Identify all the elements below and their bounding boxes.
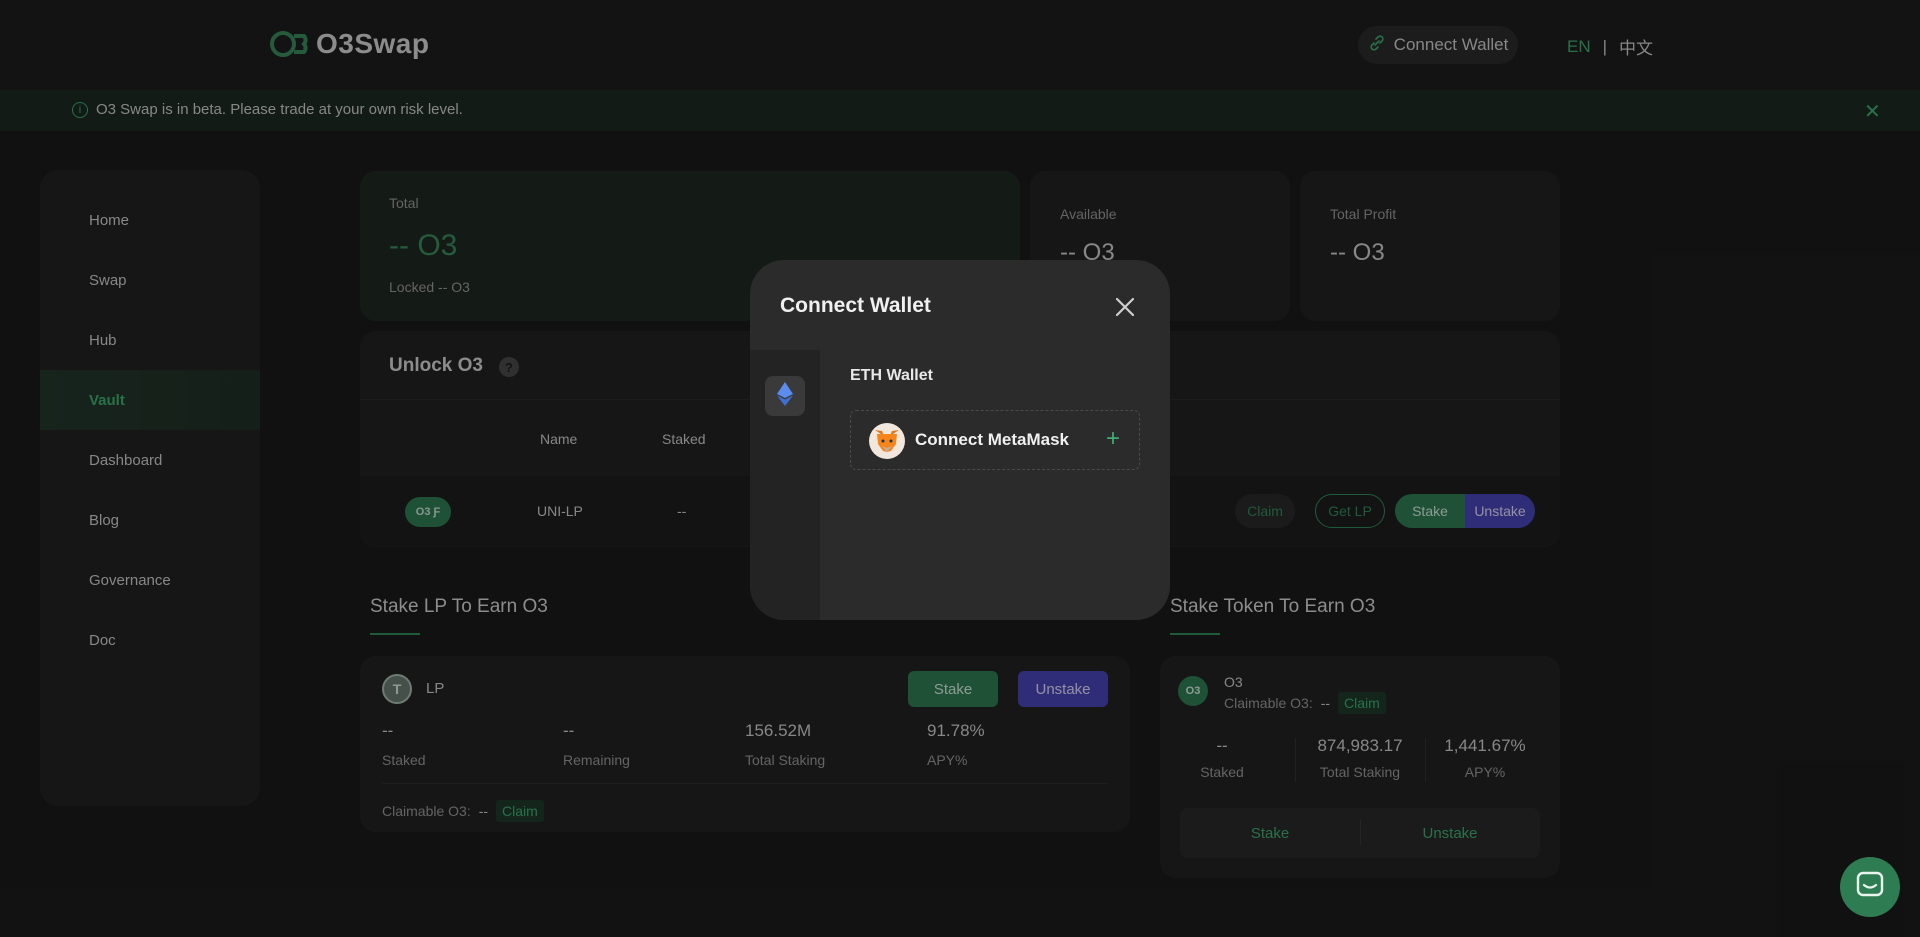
plus-icon: + bbox=[1106, 425, 1121, 452]
metamask-fox-icon bbox=[869, 423, 905, 459]
metamask-label: Connect MetaMask bbox=[915, 430, 1069, 449]
close-icon[interactable] bbox=[1110, 292, 1140, 322]
ethereum-icon bbox=[777, 381, 793, 411]
chat-icon bbox=[1855, 870, 1885, 905]
support-chat-button[interactable] bbox=[1840, 857, 1900, 917]
modal-title: Connect Wallet bbox=[780, 294, 931, 317]
eth-wallet-label: ETH Wallet bbox=[850, 367, 933, 384]
connect-metamask-option[interactable]: Connect MetaMask + bbox=[850, 410, 1140, 470]
ethereum-chain-button[interactable] bbox=[765, 376, 805, 416]
connect-wallet-modal: Connect Wallet ETH Wallet Connect MetaMa… bbox=[750, 260, 1170, 620]
